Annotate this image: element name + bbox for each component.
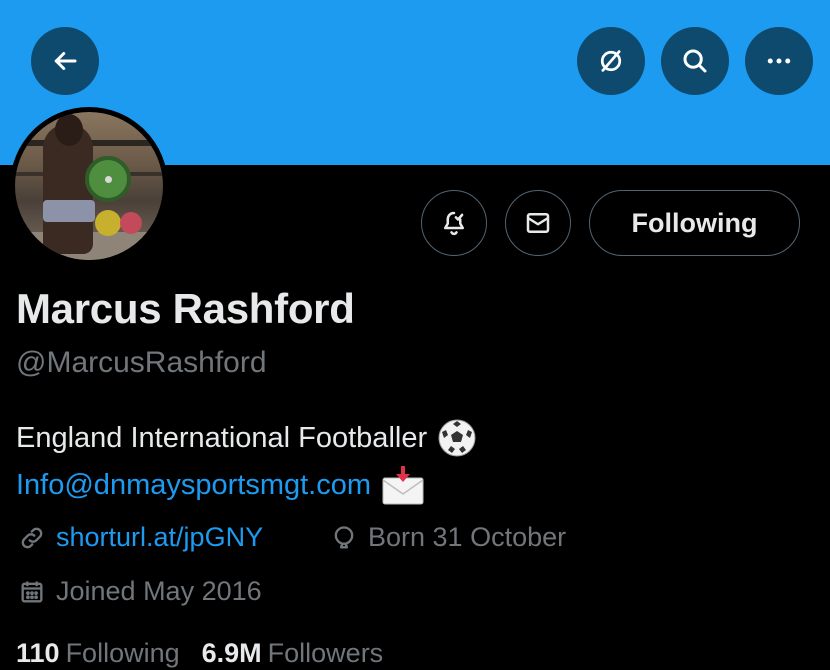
profile-url: shorturl.at/jpGNY (18, 522, 263, 553)
followers-count: 6.9M (201, 638, 262, 668)
more-dots-icon (767, 58, 791, 64)
birthday-text: Born 31 October (368, 522, 567, 552)
incoming-envelope-icon (381, 464, 425, 506)
bio-email-link[interactable]: Info@dnmaysportsmgt.com (16, 469, 371, 502)
profile-name: Marcus Rashford (16, 285, 355, 332)
profile-birthday: Born 31 October (330, 522, 566, 553)
followers-stat[interactable]: 6.9M Followers (202, 638, 384, 669)
followers-stat-label: Followers (267, 638, 384, 668)
arrow-left-icon (54, 52, 77, 70)
circle-slash-icon (600, 50, 622, 72)
search-icon (683, 49, 707, 73)
following-button[interactable]: Following (589, 190, 800, 256)
bio-email-line: Info@dnmaysportsmgt.com (16, 464, 425, 506)
bio-text: England International Footballer (16, 421, 428, 454)
no-show-button[interactable] (577, 27, 645, 95)
profile-url-link[interactable]: shorturl.at/jpGNY (56, 522, 263, 553)
soccer-ball-icon (437, 418, 477, 458)
following-stat[interactable]: 110 Following (16, 638, 180, 669)
profile-joined: Joined May 2016 (18, 576, 262, 607)
profile-stats: 110 Following 6.9M Followers (16, 638, 405, 669)
avatar[interactable] (10, 107, 168, 265)
message-button[interactable] (505, 190, 571, 256)
back-button[interactable] (31, 27, 99, 95)
calendar-icon (21, 581, 43, 602)
following-stat-label: Following (65, 638, 180, 668)
following-count: 110 (16, 638, 60, 668)
more-button[interactable] (745, 27, 813, 95)
notifications-button[interactable] (421, 190, 487, 256)
joined-text: Joined May 2016 (56, 576, 262, 606)
search-button[interactable] (661, 27, 729, 95)
envelope-icon (526, 213, 550, 233)
bio-line: England International Footballer (16, 418, 477, 458)
balloon-icon (334, 525, 354, 548)
avatar-photo (15, 112, 163, 260)
bell-check-icon (444, 211, 464, 236)
profile-handle: @MarcusRashford (16, 346, 267, 379)
link-icon (21, 527, 43, 548)
following-button-label: Following (631, 207, 758, 238)
